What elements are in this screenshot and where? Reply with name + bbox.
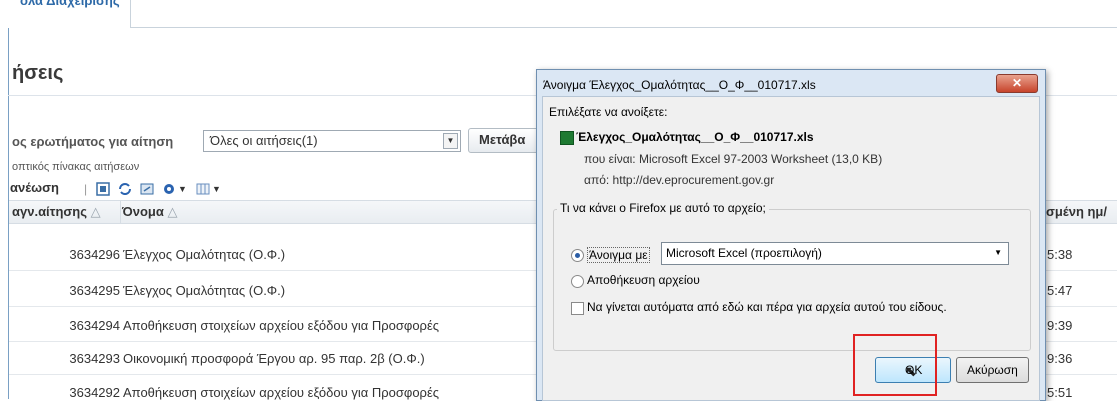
column-header-date[interactable]: σμένη ημ/	[1046, 204, 1107, 219]
query-select-value: Όλες οι αιτήσεις(1)	[210, 133, 318, 148]
row-id: 3634293	[69, 351, 120, 366]
refresh-icon[interactable]	[118, 182, 132, 196]
sort-icon: △	[167, 204, 178, 219]
gear-menu-chevron-icon[interactable]: ▼	[178, 184, 187, 194]
sort-icon: △	[90, 204, 101, 219]
row-name[interactable]: Οικονομική προσφορά Έργου αρ. 95 παρ. 2β…	[123, 351, 425, 366]
toolbar-separator: |	[84, 182, 88, 196]
excel-file-icon	[560, 131, 574, 145]
row-time: 5:47	[1047, 283, 1073, 298]
open-with-select[interactable]: Microsoft Excel (προεπιλογή) ▼	[661, 242, 1009, 265]
chevron-down-icon[interactable]: ▼	[994, 248, 1002, 257]
open-with-radio[interactable]	[571, 249, 584, 262]
row-id: 3634295	[69, 283, 120, 298]
file-type: που είναι: Microsoft Excel 97-2003 Works…	[584, 152, 883, 166]
row-id: 3634296	[69, 247, 120, 262]
chevron-down-icon[interactable]: ▼	[443, 133, 458, 149]
row-time: 9:39	[1047, 318, 1073, 333]
remember-label[interactable]: Να γίνεται αυτόματα από εδώ και πέρα για…	[587, 300, 947, 314]
detach-icon[interactable]	[96, 182, 110, 196]
columns-icon[interactable]	[196, 182, 210, 196]
row-time: 5:51	[1047, 385, 1073, 400]
action-group-title: Τι να κάνει ο Firefox με αυτό το αρχείο;	[557, 201, 769, 215]
close-button[interactable]: ✕	[996, 74, 1038, 93]
query-select[interactable]: Όλες οι αιτήσεις(1) ▼	[203, 130, 461, 152]
row-time: 5:38	[1047, 247, 1073, 262]
column-divider	[120, 200, 121, 224]
export-icon[interactable]	[140, 182, 154, 196]
highlight-box	[853, 334, 937, 396]
gear-icon[interactable]	[162, 182, 176, 196]
column-header-name[interactable]: Όνομα △	[122, 204, 177, 220]
cancel-button-label: Ακύρωση	[967, 363, 1018, 377]
open-with-label[interactable]: Άνοιγμα με	[587, 247, 650, 263]
dialog-body: Επιλέξατε να ανοίξετε: Έλεγχος_Ομαλότητα…	[542, 96, 1040, 401]
tab-management[interactable]: όλα Διαχείρισης	[8, 0, 131, 28]
go-button-label: Μετάβα	[479, 132, 526, 147]
row-name[interactable]: Αποθήκευση στοιχείων αρχείου εξόδου για …	[123, 318, 439, 333]
row-name[interactable]: Έλεγχος Ομαλότητας (Ο.Φ.)	[123, 247, 285, 262]
columns-menu-chevron-icon[interactable]: ▼	[212, 184, 221, 194]
row-name[interactable]: Έλεγχος Ομαλότητας (Ο.Φ.)	[123, 283, 285, 298]
go-button[interactable]: Μετάβα	[468, 128, 542, 153]
row-name[interactable]: Αποθήκευση στοιχείων αρχείου εξόδου για …	[123, 385, 439, 400]
page-title: ήσεις	[12, 62, 64, 84]
tab-management-label: όλα Διαχείρισης	[20, 0, 120, 8]
remember-checkbox[interactable]	[571, 302, 584, 315]
save-file-label[interactable]: Αποθήκευση αρχείου	[587, 273, 700, 287]
file-name: Έλεγχος_Ομαλότητας__Ο_Φ__010717.xls	[576, 130, 814, 144]
tab-underline	[130, 27, 1117, 28]
choose-text: Επιλέξατε να ανοίξετε:	[549, 105, 668, 119]
query-label: ος ερωτήματος για αίτηση	[12, 134, 174, 149]
column-header-id[interactable]: αγν.αίτησης △	[12, 204, 101, 220]
file-source: από: http://dev.eprocurement.gov.gr	[584, 173, 775, 187]
open-with-value: Microsoft Excel (προεπιλογή)	[666, 246, 822, 260]
cancel-button[interactable]: Ακύρωση	[956, 357, 1029, 383]
row-id: 3634294	[69, 318, 120, 333]
dialog-title: Άνοιγμα Έλεγχος_Ομαλότητας__Ο_Φ__010717.…	[543, 78, 816, 92]
download-dialog: Άνοιγμα Έλεγχος_Ομαλότητας__Ο_Φ__010717.…	[536, 69, 1046, 401]
refresh-button[interactable]: ανέωση	[10, 180, 59, 195]
save-file-radio[interactable]	[571, 275, 584, 288]
row-id: 3634292	[69, 385, 120, 400]
row-time: 9:36	[1047, 351, 1073, 366]
table-caption: οπτικός πίνακας αιτήσεων	[12, 161, 140, 173]
